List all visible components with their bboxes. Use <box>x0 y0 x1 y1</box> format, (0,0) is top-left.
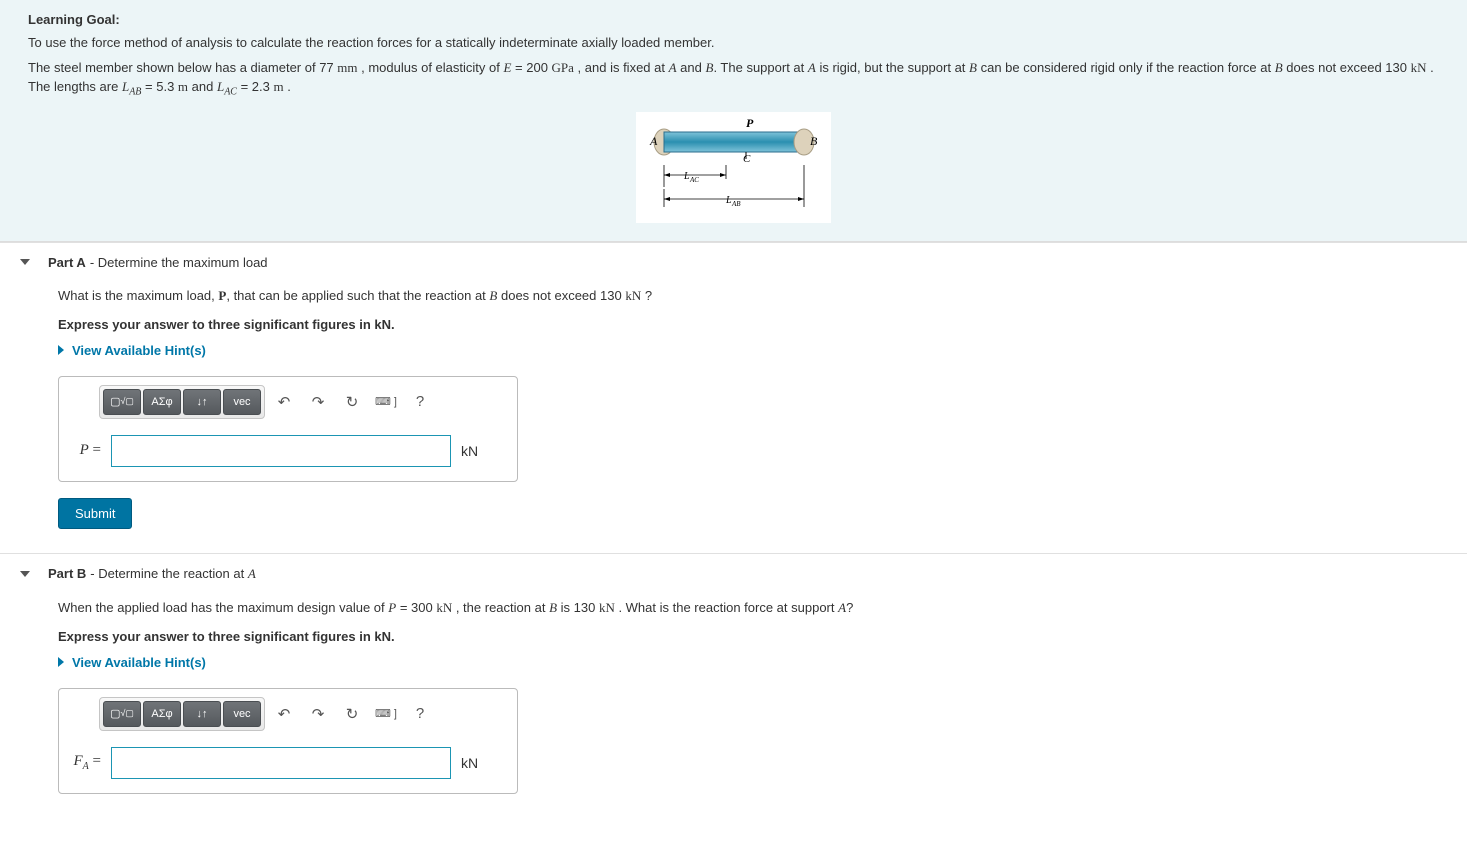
answer-input-P[interactable] <box>111 435 451 467</box>
answer-input-FA[interactable] <box>111 747 451 779</box>
template-button[interactable]: ▢√▢ <box>103 389 141 415</box>
reset-button[interactable]: ↻ <box>338 701 366 727</box>
beam-svg: P A B C <box>646 117 821 212</box>
template-button[interactable]: ▢√▢ <box>103 701 141 727</box>
equation-toolbar: ▢√▢ ΑΣφ ↓↑ vec ↶ ↷ ↻ ⌨ ] ? <box>59 377 517 425</box>
part-b-express: Express your answer to three significant… <box>58 627 1409 647</box>
fig-label-A: A <box>649 134 658 148</box>
hints-arrow-icon <box>58 657 64 667</box>
learning-goal-line2: The steel member shown below has a diame… <box>28 58 1439 100</box>
part-a-header[interactable]: Part A - Determine the maximum load <box>0 243 1467 282</box>
fig-label-B: B <box>810 134 818 148</box>
fig-label-LAB: L <box>725 195 732 206</box>
part-b-header[interactable]: Part B - Determine the reaction at A <box>0 554 1467 594</box>
undo-button[interactable]: ↶ <box>270 389 298 415</box>
part-b-question: When the applied load has the maximum de… <box>58 598 1409 618</box>
learning-goal-panel: Learning Goal: To use the force method o… <box>0 0 1467 242</box>
greek-button[interactable]: ΑΣφ <box>143 389 181 415</box>
part-b: Part B - Determine the reaction at A Whe… <box>0 553 1467 818</box>
collapse-arrow-icon <box>20 259 30 265</box>
help-button[interactable]: ? <box>406 701 434 727</box>
part-a-question: What is the maximum load, P, that can be… <box>58 286 1409 306</box>
answer-box-b: ▢√▢ ΑΣφ ↓↑ vec ↶ ↷ ↻ ⌨ ] ? FA = kN <box>58 688 518 794</box>
collapse-arrow-icon <box>20 571 30 577</box>
fig-label-C: C <box>743 153 751 165</box>
hints-label: View Available Hint(s) <box>72 655 206 670</box>
unit-label-kN: kN <box>461 443 478 459</box>
part-a-label: Part A <box>48 255 86 270</box>
fig-label-LAC-sub: AC <box>689 176 699 184</box>
help-button[interactable]: ? <box>406 389 434 415</box>
part-b-subtitle: - Determine the reaction at A <box>90 566 255 582</box>
part-b-label: Part B <box>48 566 86 581</box>
vector-button[interactable]: vec <box>223 389 261 415</box>
view-hints-link[interactable]: View Available Hint(s) <box>58 343 1409 358</box>
subscript-button[interactable]: ↓↑ <box>183 701 221 727</box>
variable-label-P: P = <box>73 442 101 459</box>
unit-label-kN: kN <box>461 755 478 771</box>
undo-button[interactable]: ↶ <box>270 701 298 727</box>
learning-goal-line1: To use the force method of analysis to c… <box>28 33 1439 53</box>
reset-button[interactable]: ↻ <box>338 389 366 415</box>
variable-label-FA: FA = <box>73 753 101 772</box>
redo-button[interactable]: ↷ <box>304 389 332 415</box>
answer-box-a: ▢√▢ ΑΣφ ↓↑ vec ↶ ↷ ↻ ⌨ ] ? P = kN <box>58 376 518 482</box>
submit-button[interactable]: Submit <box>58 498 132 529</box>
fig-label-LAC: L <box>683 171 690 182</box>
beam-figure: P A B C <box>636 112 831 223</box>
fig-label-LAB-sub: AB <box>731 200 741 208</box>
vector-button[interactable]: vec <box>223 701 261 727</box>
fig-label-P: P <box>746 117 754 130</box>
figure-container: P A B C <box>28 112 1439 223</box>
subscript-button[interactable]: ↓↑ <box>183 389 221 415</box>
view-hints-link[interactable]: View Available Hint(s) <box>58 655 1409 670</box>
part-a: Part A - Determine the maximum load What… <box>0 242 1467 553</box>
hints-arrow-icon <box>58 345 64 355</box>
equation-toolbar: ▢√▢ ΑΣφ ↓↑ vec ↶ ↷ ↻ ⌨ ] ? <box>59 689 517 737</box>
keyboard-button[interactable]: ⌨ ] <box>372 389 400 415</box>
redo-button[interactable]: ↷ <box>304 701 332 727</box>
part-a-express: Express your answer to three significant… <box>58 315 1409 335</box>
hints-label: View Available Hint(s) <box>72 343 206 358</box>
greek-button[interactable]: ΑΣφ <box>143 701 181 727</box>
learning-goal-title: Learning Goal: <box>28 12 1439 27</box>
keyboard-button[interactable]: ⌨ ] <box>372 701 400 727</box>
part-a-subtitle: - Determine the maximum load <box>90 255 268 270</box>
